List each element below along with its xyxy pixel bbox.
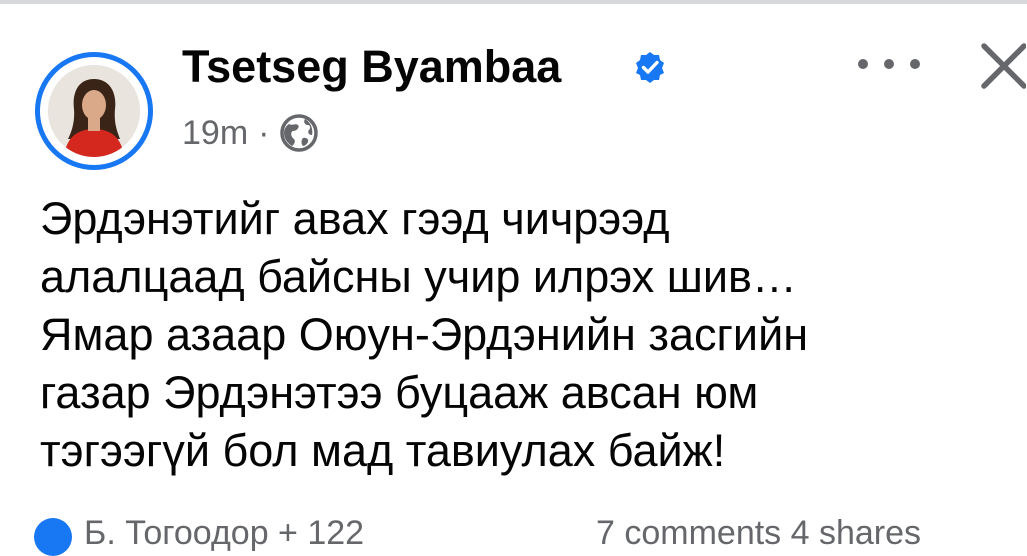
- post-text-line: газар Эрдэнэтээ буцааж авсан юм: [40, 367, 759, 418]
- meta-separator: ·: [258, 113, 270, 152]
- avatar[interactable]: [35, 52, 153, 170]
- post-footer: Б. Тогоодор + 122 7 comments 4 shares: [0, 512, 1027, 556]
- author-name[interactable]: Tsetseg Byambaa: [182, 41, 561, 93]
- close-icon[interactable]: [978, 36, 1026, 100]
- more-options-dot-icon: [910, 59, 920, 69]
- post-time[interactable]: 19m: [182, 114, 248, 153]
- post-meta: 19m ·: [182, 110, 319, 156]
- verified-badge-icon: [636, 52, 664, 83]
- avatar-photo: [48, 65, 140, 157]
- post-text-line: алалцаад байсны учир илрэх шив…: [40, 251, 797, 302]
- like-reaction-icon: [34, 518, 72, 556]
- globe-icon: [280, 114, 319, 152]
- top-divider: [0, 0, 1027, 4]
- post-text-line: Ямар азаар Оюун-Эрдэнийн засгийн: [40, 309, 809, 360]
- post-text-line: тэгээгүй бол мад тавиулах байж!: [40, 425, 726, 476]
- more-options-button[interactable]: [858, 46, 920, 82]
- post-text-line: Эрдэнэтийг авах гээд чичрээд: [40, 193, 670, 244]
- more-options-dot-icon: [884, 59, 894, 69]
- more-options-dot-icon: [858, 59, 868, 69]
- post-text: Эрдэнэтийг авах гээд чичрээд алалцаад ба…: [40, 190, 1000, 480]
